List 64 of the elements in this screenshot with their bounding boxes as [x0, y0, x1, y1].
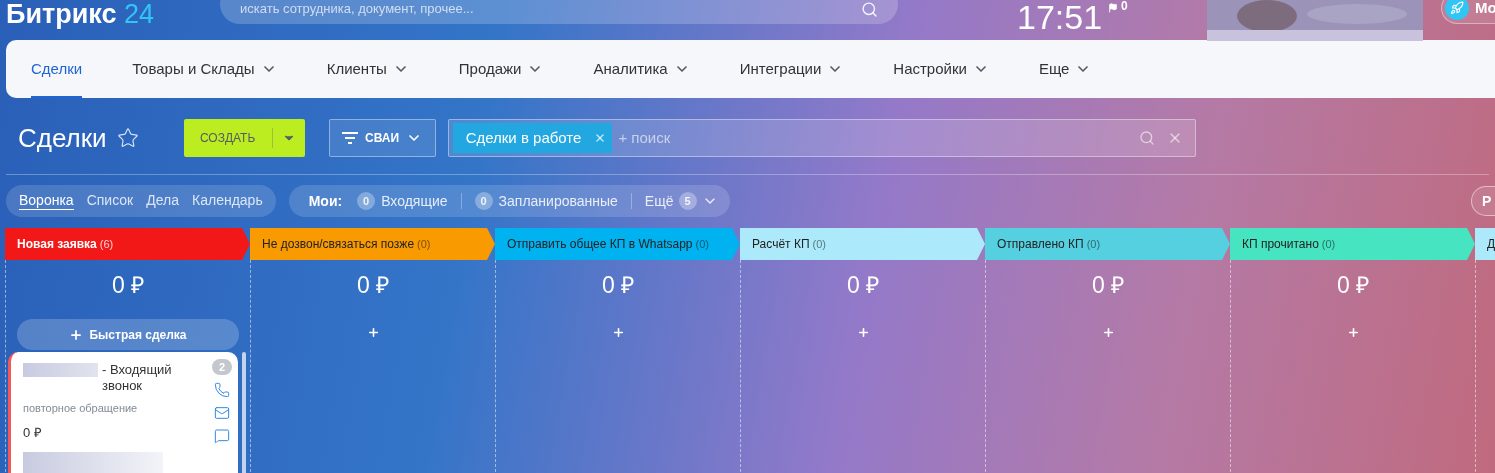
phone-icon[interactable]: [214, 382, 230, 398]
stage-sum: 0 ₽: [601, 274, 635, 297]
plus-icon: [69, 327, 84, 342]
nav-tab[interactable]: Клиенты: [326, 40, 409, 98]
stage-header[interactable]: Расчёт КП (0): [740, 228, 985, 260]
filter-input[interactable]: + поиск: [618, 126, 1139, 150]
nav-tab[interactable]: Товары и Склады: [132, 40, 277, 98]
logo[interactable]: Битрикс 24: [6, 0, 155, 35]
chat-icon[interactable]: [214, 428, 230, 444]
stage-sum: 0 ₽: [111, 274, 145, 297]
flag-icon[interactable]: [1108, 3, 1118, 13]
deal-subtitle: повторное обращение: [23, 401, 138, 416]
plus-icon: [856, 326, 870, 339]
more-button[interactable]: Ещё 5: [644, 190, 718, 212]
stage-sum: 0 ₽: [1336, 274, 1370, 297]
counter-item[interactable]: 0 Запланированные: [474, 190, 618, 212]
nav-tab[interactable]: Продажи: [458, 40, 544, 98]
stage-header[interactable]: КП прочитано (0): [1230, 228, 1475, 260]
filter-icon: [342, 132, 359, 144]
right-button[interactable]: Р: [1471, 186, 1495, 216]
search-field[interactable]: искать сотрудника, документ, прочее...: [240, 0, 861, 18]
deal-amount: 0 ₽: [23, 423, 42, 442]
stage-header[interactable]: Д: [1475, 228, 1495, 260]
counter-item[interactable]: 0 Входящие: [357, 190, 448, 212]
stage-header[interactable]: Отправить общее КП в Whatsapp (0): [495, 228, 740, 260]
search-icon[interactable]: [861, 1, 878, 18]
plus-icon: [366, 326, 380, 339]
search-bar[interactable]: искать сотрудника, документ, прочее...: [220, 0, 898, 24]
deal-badge: 2: [212, 359, 232, 375]
plus-icon: [1101, 326, 1115, 339]
quick-deal-button[interactable]: Быстрая сделка: [17, 319, 239, 350]
stage-sum: 0 ₽: [356, 274, 390, 297]
filter-search-field[interactable]: Сделки в работе + поиск: [447, 119, 1196, 157]
star-icon[interactable]: [116, 127, 139, 149]
close-icon[interactable]: [594, 132, 607, 144]
rocket-icon: [1450, 1, 1464, 15]
page-title: Сделки: [18, 121, 107, 155]
stage-sum: 0 ₽: [1091, 274, 1125, 297]
deal-card[interactable]: - Входящий звонок повторное обращение 0 ₽ 2: [8, 352, 238, 473]
stage-header[interactable]: Новая заявка (6): [5, 228, 250, 260]
filter-tag[interactable]: Сделки в работе: [452, 123, 613, 153]
counter-label: Мои:: [308, 191, 343, 211]
mail-icon[interactable]: [214, 405, 230, 421]
create-button[interactable]: СОЗДАТЬ: [183, 119, 305, 157]
flag-count: 0: [1121, 0, 1128, 12]
nav-tab[interactable]: Сделки: [31, 40, 83, 98]
stage-sum: 0 ₽: [846, 274, 880, 297]
stage-header[interactable]: Отправлено КП (0): [985, 228, 1230, 260]
view-tab[interactable]: Воронка: [19, 192, 74, 210]
plus-icon: [611, 326, 625, 339]
search-icon[interactable]: [1138, 130, 1155, 146]
filter-button[interactable]: СВАИ: [328, 119, 436, 157]
plus-icon: [1346, 326, 1360, 339]
view-tab[interactable]: Дела: [146, 192, 179, 210]
nav-tab[interactable]: Аналитика: [593, 40, 690, 98]
nav-tab[interactable]: Настройки: [893, 40, 989, 98]
view-tab[interactable]: Список: [86, 192, 134, 210]
nav-tab[interactable]: Еще: [1038, 40, 1092, 98]
scrollbar[interactable]: [242, 352, 246, 473]
stage-header[interactable]: Не дозвон/связаться позже (0): [250, 228, 495, 260]
deal-title: - Входящий звонок: [102, 362, 173, 394]
clock: 17:51: [1017, 0, 1103, 34]
nav-tab[interactable]: Интеграции: [739, 40, 844, 98]
view-tab[interactable]: Календарь: [192, 192, 263, 210]
